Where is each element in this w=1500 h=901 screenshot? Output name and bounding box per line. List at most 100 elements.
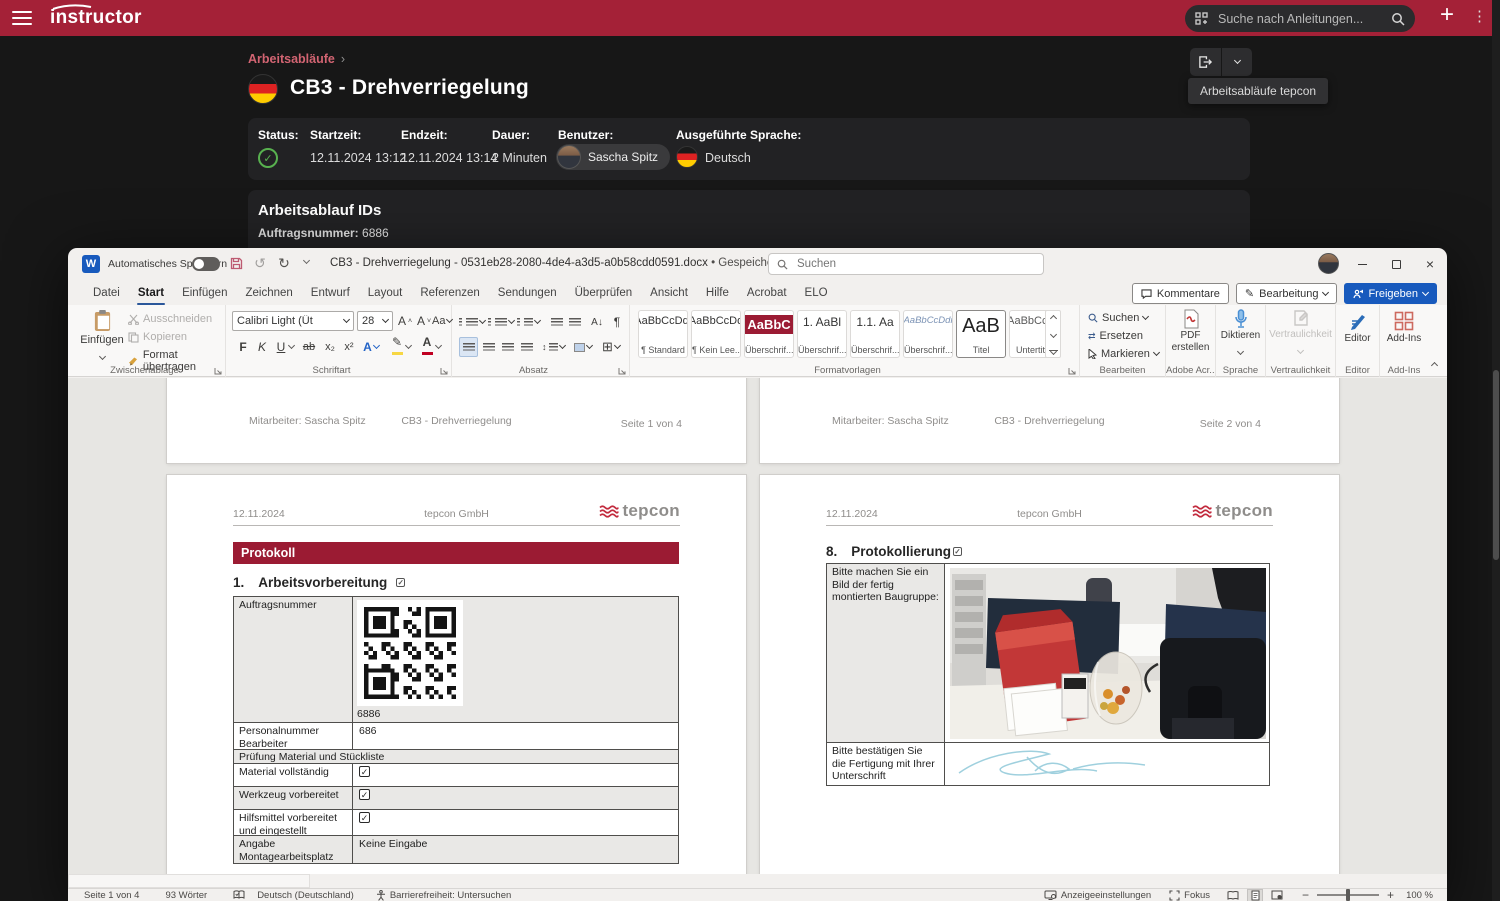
strikethrough-button[interactable]: ab <box>300 337 318 357</box>
tab-hilfe[interactable]: Hilfe <box>697 283 738 305</box>
statusbar-page[interactable]: Seite 1 von 4 <box>84 890 139 901</box>
heading-checkbox-icon[interactable]: ✓ <box>396 578 405 587</box>
superscript-button[interactable]: x² <box>340 337 358 357</box>
gallery-down-icon[interactable] <box>1049 330 1056 337</box>
styles-gallery-scroll[interactable] <box>1045 310 1061 358</box>
text-effects-button[interactable]: A <box>362 337 380 357</box>
style-kein-leerraum[interactable]: AaBbCcDd¶ Kein Lee... <box>691 310 741 358</box>
font-size-combobox[interactable]: 28 <box>357 311 393 331</box>
tab-ueberpruefen[interactable]: Überprüfen <box>566 283 642 305</box>
tab-sendungen[interactable]: Sendungen <box>489 283 566 305</box>
select-button[interactable]: Markieren <box>1088 348 1159 360</box>
tab-layout[interactable]: Layout <box>359 283 412 305</box>
tab-elo[interactable]: ELO <box>796 283 837 305</box>
overflow-menu-icon[interactable]: ⋮ <box>1472 7 1487 25</box>
tab-start[interactable]: Start <box>129 283 173 305</box>
decrease-indent-button[interactable] <box>548 312 566 332</box>
tab-acrobat[interactable]: Acrobat <box>738 283 796 305</box>
multilevel-list-button[interactable] <box>517 312 540 332</box>
style-ueberschrift2[interactable]: 1. AaBlÜberschrif... <box>797 310 847 358</box>
export-button[interactable] <box>1190 48 1221 76</box>
statusbar-words[interactable]: 93 Wörter <box>165 890 207 901</box>
document-canvas[interactable]: Mitarbeiter: Sascha Spitz CB3 - Drehverr… <box>68 378 1447 874</box>
account-avatar[interactable] <box>1318 253 1339 274</box>
tab-referenzen[interactable]: Referenzen <box>411 283 488 305</box>
web-layout-view-icon[interactable] <box>1270 890 1284 901</box>
sort-button[interactable]: A↓ <box>588 312 606 332</box>
maximize-button[interactable] <box>1379 248 1413 280</box>
style-ueberschrift3[interactable]: 1.1. AaÜberschrif... <box>850 310 900 358</box>
add-button[interactable]: + <box>1432 1 1462 29</box>
horizontal-scrollbar[interactable] <box>68 874 310 888</box>
shading-button[interactable] <box>574 337 592 357</box>
justify-button[interactable] <box>518 337 536 357</box>
word-search-box[interactable] <box>768 253 1044 275</box>
dictate-button[interactable]: Diktieren <box>1216 309 1265 359</box>
gallery-up-icon[interactable] <box>1049 315 1056 322</box>
italic-button[interactable]: K <box>253 337 271 357</box>
proofing-icon[interactable] <box>233 890 245 900</box>
numbered-list-button[interactable] <box>488 312 514 332</box>
create-pdf-button[interactable]: PDF erstellen <box>1166 309 1215 353</box>
zoom-in-button[interactable]: + <box>1387 888 1394 901</box>
tab-ansicht[interactable]: Ansicht <box>641 283 697 305</box>
zoom-out-button[interactable]: − <box>1302 888 1309 901</box>
close-button[interactable]: × <box>1413 248 1447 280</box>
style-ueberschrift4[interactable]: AaBbCcDdiÜberschrif... <box>903 310 953 358</box>
document-title[interactable]: CB3 - Drehverriegelung - 0531eb28-2080-4… <box>330 257 800 269</box>
paste-button[interactable]: Einfügen <box>82 309 122 364</box>
statusbar-language[interactable]: Deutsch (Deutschland) <box>257 890 354 901</box>
scrollbar-thumb[interactable] <box>1493 370 1499 560</box>
align-right-button[interactable] <box>499 337 517 357</box>
borders-button[interactable]: ⊞ <box>602 337 620 357</box>
autosave-toggle[interactable] <box>192 257 220 271</box>
global-search[interactable] <box>1185 5 1415 32</box>
bullet-list-button[interactable] <box>459 312 485 332</box>
user-chip[interactable]: Sascha Spitz <box>556 144 670 170</box>
read-mode-view-icon[interactable] <box>1226 890 1240 901</box>
focus-mode-item[interactable]: Fokus <box>1169 890 1210 901</box>
copy-button[interactable]: Kopieren <box>128 331 187 343</box>
minimize-button[interactable] <box>1345 248 1379 280</box>
editing-mode-button[interactable]: ✎ Bearbeitung <box>1236 283 1338 304</box>
checkbox-checked[interactable]: ✓ <box>359 812 370 823</box>
save-icon[interactable] <box>230 257 243 270</box>
heading-checkbox-icon[interactable]: ✓ <box>953 547 962 556</box>
style-titel[interactable]: AaBTitel <box>956 310 1006 358</box>
change-case-button[interactable]: Aa <box>432 311 452 331</box>
collapse-ribbon-icon[interactable] <box>1431 362 1438 369</box>
cut-button[interactable]: Ausschneiden <box>128 313 212 325</box>
align-center-button[interactable] <box>480 337 498 357</box>
addins-button[interactable]: Add-Ins <box>1380 311 1428 344</box>
tab-entwurf[interactable]: Entwurf <box>302 283 359 305</box>
highlight-dropdown-icon[interactable] <box>405 342 412 349</box>
global-search-input[interactable] <box>1216 11 1383 27</box>
hamburger-menu-icon[interactable] <box>12 11 32 25</box>
word-search-input[interactable] <box>795 257 1035 271</box>
style-standard[interactable]: AaBbCcDdI¶ Standard <box>638 310 688 358</box>
line-spacing-button[interactable]: ↕ <box>542 337 565 357</box>
font-color-button[interactable]: A <box>418 335 436 355</box>
underline-button[interactable]: U <box>272 337 290 357</box>
tab-zeichnen[interactable]: Zeichnen <box>236 283 301 305</box>
dialog-launcher-icon[interactable] <box>1068 367 1076 375</box>
increase-indent-button[interactable] <box>566 312 584 332</box>
search-icon[interactable] <box>1391 12 1405 26</box>
subscript-button[interactable]: x₂ <box>321 337 339 357</box>
comments-button[interactable]: Kommentare <box>1132 283 1229 304</box>
dialog-launcher-icon[interactable] <box>440 367 448 375</box>
browser-scrollbar[interactable] <box>1492 0 1500 901</box>
dialog-launcher-icon[interactable] <box>618 367 626 375</box>
font-color-dropdown-icon[interactable] <box>435 342 442 349</box>
show-paragraph-marks-button[interactable]: ¶ <box>608 312 626 332</box>
gallery-more-icon[interactable] <box>1049 350 1058 354</box>
editor-button[interactable]: Editor <box>1336 311 1379 344</box>
style-ueberschrift1[interactable]: AaBbCÜberschrif... <box>744 310 794 358</box>
share-button[interactable]: Freigeben <box>1344 283 1437 304</box>
undo-button[interactable]: ↺ <box>250 255 270 272</box>
highlight-button[interactable]: ✎ <box>388 335 406 355</box>
checkbox-checked[interactable]: ✓ <box>359 766 370 777</box>
zoom-slider-thumb[interactable] <box>1346 889 1350 901</box>
display-settings-item[interactable]: Anzeigeeinstellungen <box>1044 890 1151 901</box>
tab-datei[interactable]: Datei <box>84 283 129 305</box>
